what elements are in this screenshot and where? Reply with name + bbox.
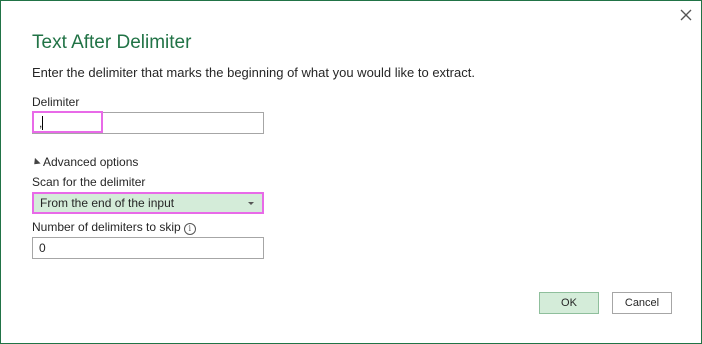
- triangle-expanded-icon: [31, 157, 41, 168]
- scan-direction-select[interactable]: From the end of the input: [32, 192, 264, 214]
- skip-label: Number of delimiters to skip: [32, 220, 181, 234]
- delimiter-input[interactable]: ,: [32, 112, 264, 134]
- cancel-button[interactable]: Cancel: [612, 292, 672, 314]
- scan-direction-value: From the end of the input: [40, 196, 175, 210]
- close-icon[interactable]: [678, 7, 694, 23]
- text-caret: [42, 116, 43, 130]
- info-icon[interactable]: i: [183, 223, 196, 235]
- skip-count-input[interactable]: 0: [32, 237, 264, 259]
- text-after-delimiter-dialog: Text After Delimiter Enter the delimiter…: [0, 0, 702, 344]
- dialog-title: Text After Delimiter: [32, 32, 192, 53]
- delimiter-label: Delimiter: [32, 95, 80, 109]
- advanced-options-label: Advanced options: [43, 155, 139, 169]
- ok-button[interactable]: OK: [539, 292, 599, 314]
- skip-label-row: Number of delimiters to skip i: [32, 220, 196, 235]
- scan-label: Scan for the delimiter: [32, 175, 146, 189]
- dialog-description: Enter the delimiter that marks the begin…: [32, 65, 475, 80]
- chevron-down-icon: [248, 202, 254, 205]
- advanced-options-toggle[interactable]: Advanced options: [31, 155, 139, 169]
- skip-count-value: 0: [39, 241, 46, 255]
- close-icon-glyph: [680, 9, 692, 21]
